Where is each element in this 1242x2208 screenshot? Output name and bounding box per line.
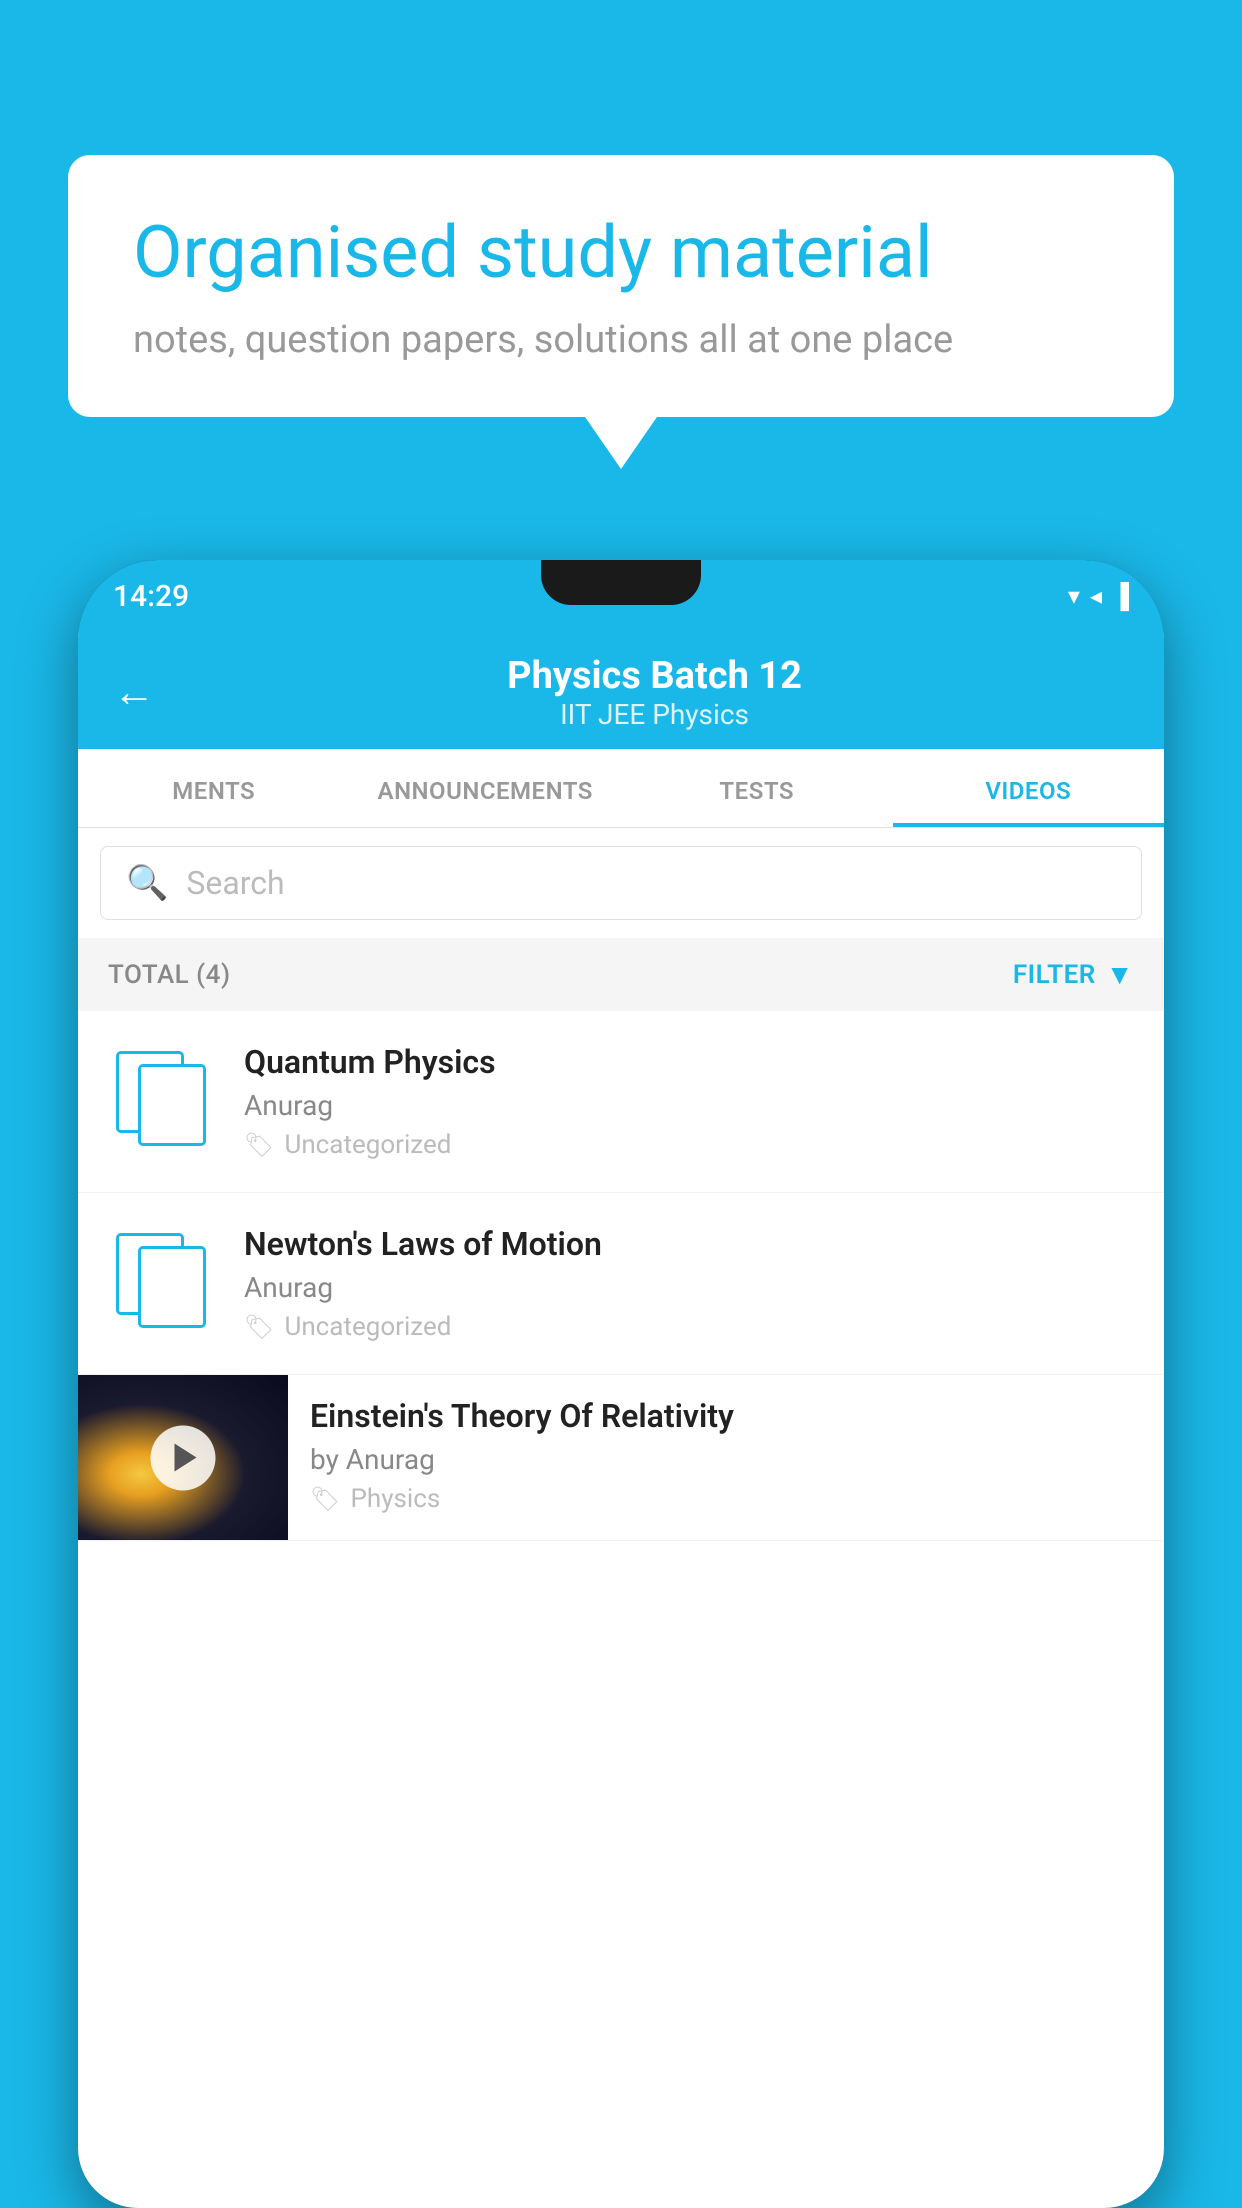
status-icons: ▾ ◂ ▐ — [1068, 582, 1129, 611]
tag-label: Physics — [350, 1484, 440, 1514]
speech-bubble-title: Organised study material — [133, 210, 1109, 296]
wifi-icon: ▾ — [1068, 582, 1080, 610]
tab-videos[interactable]: VIDEOS — [893, 749, 1165, 827]
play-button[interactable] — [151, 1425, 216, 1490]
video-tag: 🏷 Uncategorized — [244, 1130, 1136, 1160]
total-count: TOTAL (4) — [108, 960, 231, 990]
search-container: 🔍 Search — [78, 828, 1164, 938]
battery-icon: ▐ — [1112, 582, 1129, 611]
video-info-2: Newton's Laws of Motion Anurag 🏷 Uncateg… — [244, 1225, 1136, 1342]
video-author: Anurag — [244, 1089, 1136, 1122]
tag-icon: 🏷 — [244, 1131, 274, 1159]
notch — [541, 560, 701, 605]
header-title-group: Physics Batch 12 IIT JEE Physics — [180, 654, 1129, 731]
tab-ments[interactable]: MENTS — [78, 749, 350, 827]
video-tag: 🏷 Physics — [310, 1484, 1142, 1514]
list-item[interactable]: Newton's Laws of Motion Anurag 🏷 Uncateg… — [78, 1193, 1164, 1375]
filter-button[interactable]: FILTER ▼ — [1013, 958, 1134, 991]
speech-bubble-subtitle: notes, question papers, solutions all at… — [133, 318, 1109, 362]
back-button[interactable]: ← — [113, 668, 155, 717]
search-icon: 🔍 — [126, 863, 168, 903]
speech-bubble: Organised study material notes, question… — [68, 155, 1174, 417]
video-info-1: Quantum Physics Anurag 🏷 Uncategorized — [244, 1043, 1136, 1160]
video-author: Anurag — [244, 1271, 1136, 1304]
tabs-bar: MENTS ANNOUNCEMENTS TESTS VIDEOS — [78, 749, 1164, 828]
tab-announcements[interactable]: ANNOUNCEMENTS — [350, 749, 622, 827]
file-icon — [116, 1233, 206, 1328]
filter-icon: ▼ — [1106, 958, 1134, 991]
video-title: Quantum Physics — [244, 1043, 1136, 1081]
tab-tests[interactable]: TESTS — [621, 749, 893, 827]
video-list: Quantum Physics Anurag 🏷 Uncategorized — [78, 1011, 1164, 1541]
video-tag: 🏷 Uncategorized — [244, 1312, 1136, 1342]
list-item[interactable]: Quantum Physics Anurag 🏷 Uncategorized — [78, 1011, 1164, 1193]
video-title: Einstein's Theory Of Relativity — [310, 1397, 1142, 1435]
video-info-3: Einstein's Theory Of Relativity by Anura… — [288, 1375, 1164, 1536]
filter-bar: TOTAL (4) FILTER ▼ — [78, 938, 1164, 1011]
search-placeholder: Search — [186, 864, 284, 902]
video-thumb-1 — [106, 1043, 216, 1153]
phone-frame: 14:29 ▾ ◂ ▐ ← Physics Batch 12 IIT JEE P… — [78, 560, 1164, 2208]
tag-label: Uncategorized — [284, 1130, 451, 1160]
status-time: 14:29 — [113, 579, 189, 614]
app-header: ← Physics Batch 12 IIT JEE Physics — [78, 632, 1164, 749]
tag-label: Uncategorized — [284, 1312, 451, 1342]
header-subtitle: IIT JEE Physics — [180, 698, 1129, 731]
status-bar: 14:29 ▾ ◂ ▐ — [78, 560, 1164, 632]
video-author: by Anurag — [310, 1443, 1142, 1476]
speech-bubble-container: Organised study material notes, question… — [68, 155, 1174, 417]
video-title: Newton's Laws of Motion — [244, 1225, 1136, 1263]
list-item[interactable]: Einstein's Theory Of Relativity by Anura… — [78, 1375, 1164, 1541]
play-icon — [174, 1444, 196, 1472]
einstein-thumbnail — [78, 1375, 288, 1540]
header-title: Physics Batch 12 — [180, 654, 1129, 698]
tag-icon: 🏷 — [310, 1485, 340, 1513]
video-thumb-2 — [106, 1225, 216, 1335]
tag-icon: 🏷 — [244, 1313, 274, 1341]
filter-label: FILTER — [1013, 960, 1096, 990]
signal-icon: ◂ — [1090, 582, 1102, 610]
search-box[interactable]: 🔍 Search — [100, 846, 1142, 920]
file-icon — [116, 1051, 206, 1146]
phone-content: ← Physics Batch 12 IIT JEE Physics MENTS… — [78, 632, 1164, 2208]
